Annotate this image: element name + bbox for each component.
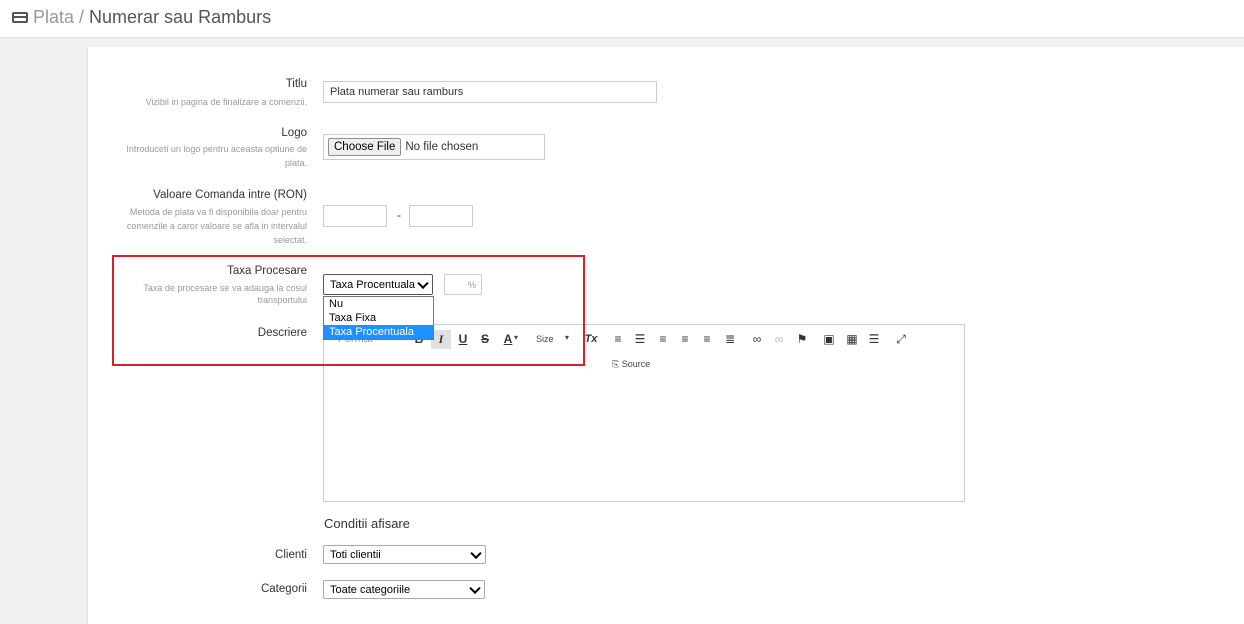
breadcrumb-parent[interactable]: Plata [33,7,74,28]
source-label: Source [621,359,651,369]
link-icon[interactable]: ∞ [750,332,764,346]
logo-hint-line-1: Introduceti un logo pentru aceasta optiu… [126,144,307,154]
clients-select[interactable]: Toti clientii [323,545,486,564]
remove-format-button[interactable]: Tx [584,332,598,346]
image-icon[interactable]: ▣ [822,332,836,346]
flag-icon[interactable]: ⚑ [795,332,809,346]
breadcrumb-separator: / [79,7,85,27]
order-value-label: Valoare Comanda intre (RON) [153,189,307,201]
display-conditions-title: Conditii afisare [324,516,410,531]
numbered-list-icon[interactable]: ≡ [611,332,625,346]
order-value-separator: - [397,208,401,222]
order-value-hint-line-3: selectat. [273,235,307,245]
order-value-hint-line-2: comenzile a caror valoare se afla in int… [126,221,307,231]
justify-icon[interactable]: ≣ [723,332,737,346]
chevron-down-icon [469,582,481,594]
unlink-icon[interactable]: ∞ [772,332,786,346]
source-button[interactable]: ⎘ Source [612,359,650,370]
maximize-icon[interactable]: ⤢ [894,332,908,346]
choose-file-button[interactable]: Choose File [328,138,402,156]
logo-hint-line-2: plata. [284,158,307,168]
logo-file-input[interactable]: Choose File No file chosen [323,134,545,160]
highlight-box [112,255,585,366]
file-status: No file chosen [405,141,479,153]
order-value-min-input[interactable] [323,205,387,227]
align-right-icon[interactable]: ≡ [700,332,714,346]
chevron-down-icon [470,547,482,559]
order-value-max-input[interactable] [409,205,473,227]
credit-card-icon [12,12,28,23]
table-icon[interactable]: ▦ [845,332,859,346]
source-icon: ⎘ [612,359,620,369]
order-value-hint-line-1: Metoda de plata va fi disponibila doar p… [129,207,307,217]
categories-select[interactable]: Toate categoriile [323,580,485,599]
title-label: Titlu [285,78,307,90]
top-bar: Plata / Numerar sau Ramburs [0,0,1244,38]
align-left-icon[interactable]: ≡ [656,332,670,346]
title-hint: Vizibil in pagina de finalizare a comenz… [145,97,307,107]
categories-selected: Toate categoriile [330,583,411,596]
logo-label: Logo [281,127,307,139]
bulleted-list-icon[interactable]: ☰ [633,332,647,346]
clients-selected: Toti clientii [330,548,381,561]
breadcrumb: Plata / Numerar sau Ramburs [12,7,271,28]
title-input[interactable] [323,81,657,103]
align-center-icon[interactable]: ≡ [678,332,692,346]
categories-label: Categorii [260,583,307,595]
clients-label: Clienti [275,549,307,561]
horizontal-rule-icon[interactable]: ☰ [867,332,881,346]
breadcrumb-current: Numerar sau Ramburs [89,7,272,27]
